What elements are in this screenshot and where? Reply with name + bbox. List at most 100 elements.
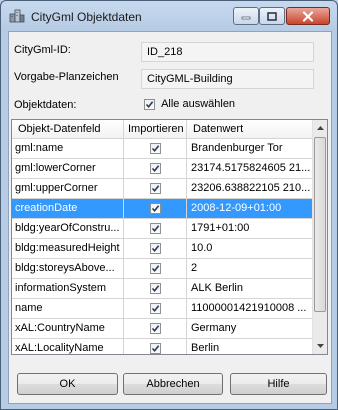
citygml-id-label: CityGml-ID:	[14, 44, 71, 56]
cell-importieren	[124, 239, 187, 258]
table-row[interactable]: informationSystem ALK Berlin	[12, 279, 312, 299]
title-bar[interactable]: CityGml Objektdaten	[1, 1, 337, 31]
column-header-datenfeld[interactable]: Objekt-Datenfeld	[12, 120, 124, 138]
cell-datenwert: Brandenburger Tor	[191, 142, 283, 154]
import-checkbox[interactable]	[149, 322, 161, 334]
checkmark-icon	[144, 98, 155, 110]
scroll-down-button[interactable]	[313, 338, 327, 354]
checkmark-icon	[151, 324, 159, 332]
planzeichen-label: Vorgabe-Planzeichen	[14, 71, 119, 83]
cell-importieren	[124, 159, 187, 178]
cell-datenwert: Germany	[191, 322, 237, 334]
import-checkbox[interactable]	[149, 282, 161, 294]
cell-datenfeld: bldg:measuredHeight	[12, 239, 124, 258]
checkmark-icon	[151, 204, 159, 212]
cell-importieren	[124, 199, 187, 218]
cell-datenfeld: name	[12, 299, 124, 318]
dialog-content: CityGml-ID: ID_218 Vorgabe-Planzeichen C…	[8, 31, 332, 404]
import-checkbox[interactable]	[149, 242, 161, 254]
column-header-importieren[interactable]: Importieren	[124, 120, 187, 138]
table-header: Objekt-Datenfeld Importieren Datenwert	[12, 120, 312, 139]
select-all-label: Alle auswählen	[161, 98, 236, 110]
table-row[interactable]: bldg:storeysAbove... 2	[12, 259, 312, 279]
citygml-id-field[interactable]: ID_218	[141, 42, 314, 62]
cell-datenwert: 23206.638822105 210...	[191, 182, 311, 194]
dialog-window: CityGml Objektdaten CityGml-ID: ID_218 V…	[0, 0, 338, 410]
checkmark-icon	[151, 344, 159, 352]
objektdaten-label: Objektdaten:	[14, 99, 77, 111]
cell-datenfeld: bldg:yearOfConstru...	[12, 219, 124, 238]
cell-datenwert: 2008-12-09+01:00	[191, 202, 282, 214]
checkmark-icon	[151, 304, 159, 312]
cell-datenwert: 23174.5175824605 21...	[191, 162, 311, 174]
checkmark-icon	[151, 284, 159, 292]
import-checkbox[interactable]	[149, 262, 161, 274]
cell-datenfeld: xAL:LocalityName	[12, 339, 124, 354]
cell-importieren	[124, 339, 187, 354]
checkmark-icon	[151, 264, 159, 272]
cell-importieren	[124, 219, 187, 238]
checkmark-icon	[151, 224, 159, 232]
table-row[interactable]: gml:upperCorner 23206.638822105 210...	[12, 179, 312, 199]
table-row[interactable]: bldg:measuredHeight 10.0	[12, 239, 312, 259]
table-row[interactable]: gml:name Brandenburger Tor	[12, 139, 312, 159]
cell-datenwert: ALK Berlin	[191, 282, 243, 294]
table-row[interactable]: xAL:LocalityName Berlin	[12, 339, 312, 354]
table-row[interactable]: xAL:CountryName Germany	[12, 319, 312, 339]
cell-importieren	[124, 139, 187, 158]
cell-datenfeld: bldg:storeysAbove...	[12, 259, 124, 278]
planzeichen-field[interactable]: CityGML-Building	[141, 69, 314, 89]
cell-datenwert: 1791+01:00	[191, 222, 250, 234]
cell-datenfeld: gml:name	[12, 139, 124, 158]
objektdaten-table: Objekt-Datenfeld Importieren Datenwert g…	[11, 119, 328, 355]
checkmark-icon	[151, 144, 159, 152]
cell-datenfeld: gml:lowerCorner	[12, 159, 124, 178]
import-checkbox[interactable]	[149, 142, 161, 154]
cell-importieren	[124, 319, 187, 338]
import-checkbox[interactable]	[149, 222, 161, 234]
arrow-down-icon	[317, 344, 324, 348]
column-header-datenwert[interactable]: Datenwert	[187, 120, 312, 138]
help-button[interactable]: Hilfe	[230, 373, 327, 395]
maximize-icon	[267, 11, 277, 21]
cell-importieren	[124, 259, 187, 278]
cell-datenfeld: xAL:CountryName	[12, 319, 124, 338]
cell-datenwert: Berlin	[191, 342, 220, 354]
table-row[interactable]: gml:lowerCorner 23174.5175824605 21...	[12, 159, 312, 179]
arrow-up-icon	[317, 126, 324, 130]
minimize-button[interactable]	[233, 7, 259, 25]
table-row[interactable]: bldg:yearOfConstru... 1791+01:00	[12, 219, 312, 239]
checkmark-icon	[151, 184, 159, 192]
cell-datenfeld: creationDate	[12, 199, 124, 218]
table-row[interactable]: creationDate 2008-12-09+01:00	[12, 199, 312, 219]
window-title: CityGml Objektdaten	[31, 10, 142, 24]
checkmark-icon	[151, 164, 159, 172]
cancel-button[interactable]: Abbrechen	[123, 373, 223, 395]
import-checkbox[interactable]	[149, 202, 161, 214]
import-checkbox[interactable]	[149, 302, 161, 314]
import-checkbox[interactable]	[149, 162, 161, 174]
import-checkbox[interactable]	[149, 342, 161, 354]
minimize-icon	[241, 16, 251, 20]
cell-datenfeld: gml:upperCorner	[12, 179, 124, 198]
table-row[interactable]: name 11000001421910008 ...	[12, 299, 312, 319]
cell-datenwert: 11000001421910008 ...	[191, 302, 307, 314]
checkmark-icon	[151, 244, 159, 252]
cell-importieren	[124, 299, 187, 318]
close-icon	[302, 10, 314, 22]
city-buildings-icon	[9, 9, 25, 23]
cell-datenfeld: informationSystem	[12, 279, 124, 298]
maximize-button[interactable]	[259, 7, 285, 25]
close-button[interactable]	[286, 7, 330, 25]
cell-importieren	[124, 179, 187, 198]
select-all-checkbox[interactable]: Alle auswählen	[144, 98, 235, 110]
import-checkbox[interactable]	[149, 182, 161, 194]
ok-button[interactable]: OK	[17, 373, 118, 395]
cell-datenwert: 10.0	[191, 242, 213, 254]
cell-datenwert: 2	[191, 262, 198, 274]
scrollbar-thumb[interactable]	[314, 137, 326, 312]
vertical-scrollbar[interactable]	[312, 120, 327, 354]
cell-importieren	[124, 279, 187, 298]
scroll-up-button[interactable]	[313, 120, 327, 136]
table-body: gml:name Brandenburger Tor gml:lowerCorner…	[12, 139, 312, 354]
